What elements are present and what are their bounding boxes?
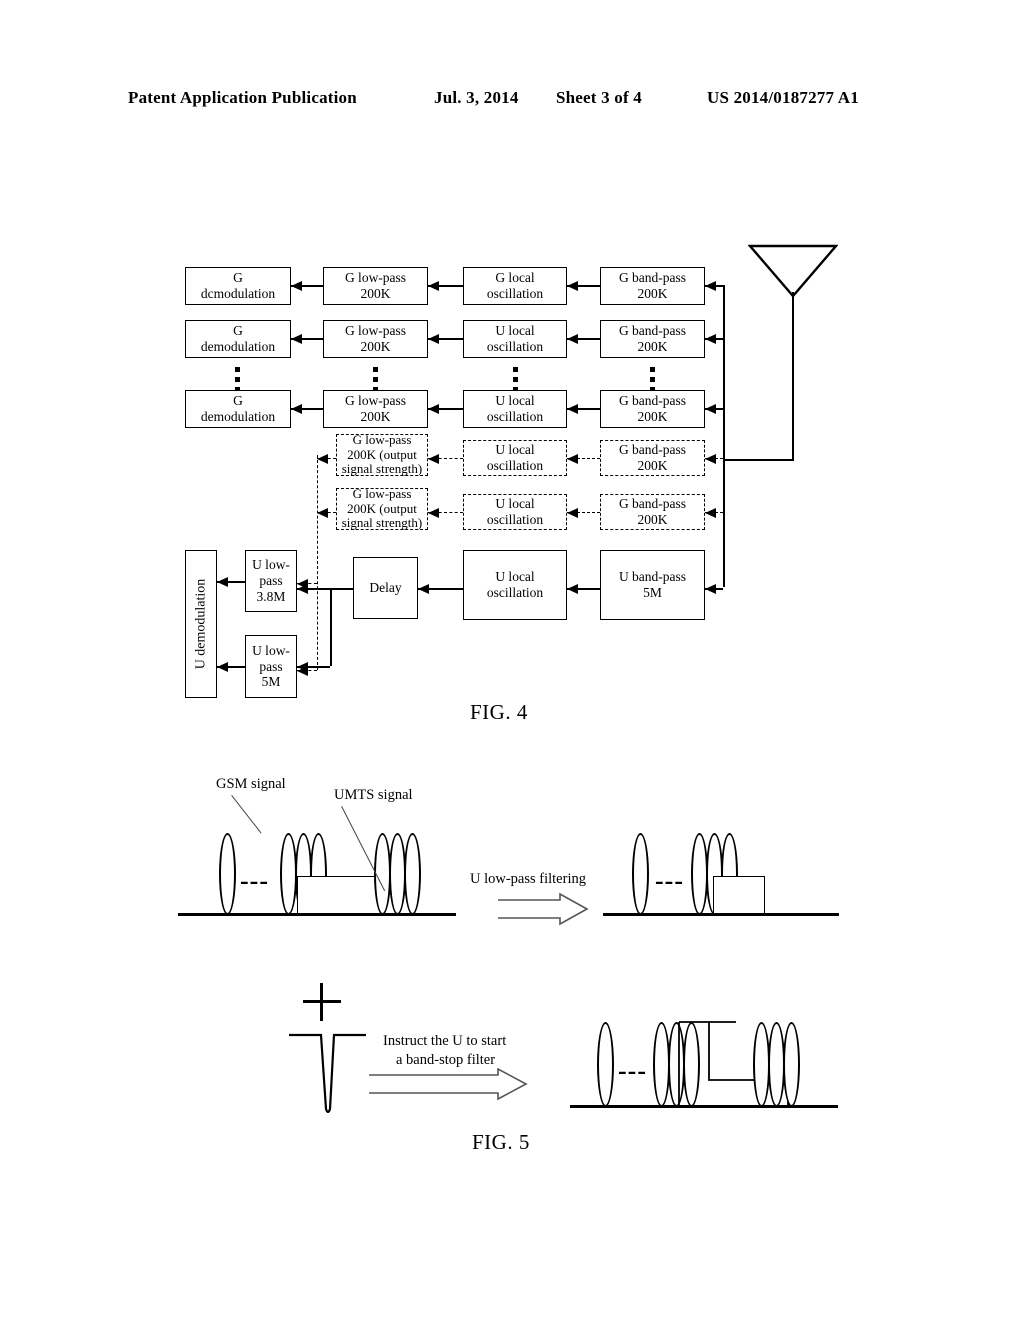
block-oscillation-row3: U local oscillation [463, 390, 567, 428]
spectrum-ellipsis-a: --- [240, 866, 269, 895]
page-header: Patent Application Publication Jul. 3, 2… [0, 88, 1024, 112]
gsm-spike [597, 1022, 614, 1107]
umts-block [297, 876, 381, 914]
block-g-lowpass-row3: G low-pass 200K [323, 390, 428, 428]
u-lowpass-filtering-label: U low-pass filtering [470, 871, 586, 887]
block-g-lowpass-output-row4: G low-pass 200K (output signal strength) [336, 432, 428, 476]
band-stop-notch-icon [289, 1033, 366, 1114]
block-u-oscillation: U local oscillation [463, 550, 567, 620]
figure-4-label: FIG. 4 [470, 700, 528, 724]
block-bandpass-row3: G band-pass 200K [600, 390, 705, 428]
block-u-bandpass-5m: U band-pass 5M [600, 550, 705, 620]
block-oscillation-row4: U local oscillation [463, 440, 567, 476]
block-bandpass-row2: G band-pass 200K [600, 320, 705, 358]
gsm-callout-line [231, 795, 262, 834]
umts-signal-label: UMTS signal [334, 787, 413, 803]
header-publication: Patent Application Publication [128, 88, 357, 107]
gsm-signal-label: GSM signal [216, 776, 286, 792]
block-g-lowpass-row1: G low-pass 200K [323, 267, 428, 305]
spectrum-ellipsis-c: --- [618, 1056, 647, 1085]
gsm-spike [404, 833, 421, 915]
block-u-lowpass-5m: U low-pass 5M [245, 635, 297, 698]
band-stop-instruction-line1: Instruct the U to start [383, 1033, 507, 1049]
signal-strength-feedback-bus [317, 455, 318, 670]
block-bandpass-row5: G band-pass 200K [600, 494, 705, 530]
block-g-demodulation-row3: Gdemodulation [185, 390, 291, 428]
band-stop-instruction-line2: a band-stop filter [396, 1052, 496, 1068]
figure-5-label: FIG. 5 [472, 1130, 530, 1154]
block-g-demodulation-row1: Gdcmodulation [185, 267, 291, 305]
block-oscillation-row1: G local oscillation [463, 267, 567, 305]
band-stop-instruction-arrow-icon [369, 1068, 528, 1101]
block-oscillation-row5: U local oscillation [463, 494, 567, 530]
block-g-lowpass-row2: G low-pass 200K [323, 320, 428, 358]
gsm-spike [219, 833, 236, 915]
patent-page: Patent Application Publication Jul. 3, 2… [0, 0, 1024, 1320]
block-g-demodulation-row2: Gdemodulation [185, 320, 291, 358]
antenna-stem [792, 292, 794, 461]
umts-block-filtered [713, 876, 765, 914]
header-patent-number: US 2014/0187277 A1 [707, 88, 859, 107]
block-oscillation-row2: U local oscillation [463, 320, 567, 358]
spectrum-ellipsis-b: --- [655, 866, 684, 895]
antenna-feed [723, 459, 793, 461]
block-u-demodulation-label: U demodulation [193, 578, 209, 670]
u-lowpass-filtering-arrow-icon [498, 893, 589, 926]
block-delay: Delay [353, 557, 418, 619]
block-u-lowpass-38m: U low-pass 3.8M [245, 550, 297, 612]
header-date: Jul. 3, 2014 [434, 88, 519, 107]
gsm-spike [783, 1022, 800, 1107]
antenna-bus [723, 285, 725, 587]
plus-icon-vertical [320, 983, 323, 1021]
antenna-icon [748, 244, 838, 298]
header-sheet: Sheet 3 of 4 [556, 88, 642, 107]
block-g-lowpass-output-row5: G low-pass 200K (output signal strength) [336, 486, 428, 530]
block-bandpass-row4: G band-pass 200K [600, 440, 705, 476]
block-u-demodulation: U demodulation [185, 550, 217, 698]
block-bandpass-row1: G band-pass 200K [600, 267, 705, 305]
gsm-spike [632, 833, 649, 915]
